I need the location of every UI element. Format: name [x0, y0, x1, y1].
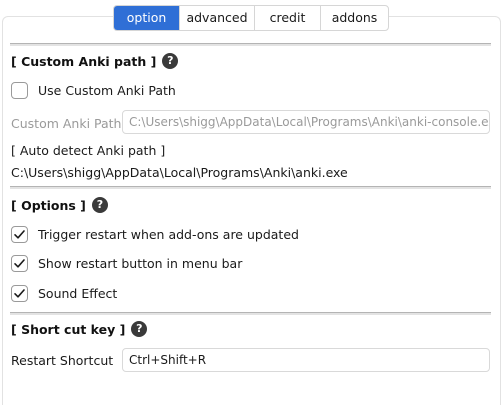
use-custom-anki-path-row[interactable]: Use Custom Anki Path — [11, 82, 176, 99]
tab-advanced[interactable]: advanced — [180, 6, 255, 30]
custom-anki-path-label: Custom Anki Path — [11, 116, 122, 131]
tab-addons[interactable]: addons — [321, 6, 388, 30]
tab-credit[interactable]: credit — [255, 6, 321, 30]
help-icon[interactable]: ? — [131, 321, 148, 337]
use-custom-anki-path-label: Use Custom Anki Path — [38, 83, 176, 98]
tab-option[interactable]: option — [114, 6, 180, 30]
use-custom-anki-path-checkbox[interactable] — [11, 82, 28, 99]
auto-detect-anki-path-label: [ Auto detect Anki path ] — [11, 143, 166, 158]
checkmark-icon — [14, 289, 25, 298]
options-title: [ Options ] — [11, 197, 86, 213]
section-divider — [10, 186, 491, 189]
sound-effect-checkbox[interactable] — [11, 285, 28, 302]
show-restart-button-checkbox[interactable] — [11, 255, 28, 272]
options-heading: [ Options ] ? — [11, 197, 108, 213]
custom-anki-path-title: [ Custom Anki path ] — [11, 53, 157, 69]
trigger-restart-row[interactable]: Trigger restart when add-ons are updated — [11, 226, 299, 243]
section-divider — [10, 43, 491, 46]
shortcut-title: [ Short cut key ] — [11, 321, 126, 337]
custom-anki-path-input[interactable]: C:\Users\shigg\AppData\Local\Programs\An… — [122, 110, 490, 134]
trigger-restart-checkbox[interactable] — [11, 226, 28, 243]
show-restart-button-label: Show restart button in menu bar — [38, 256, 243, 271]
restart-shortcut-label: Restart Shortcut — [11, 353, 114, 368]
auto-detect-anki-path-value: C:\Users\shigg\AppData\Local\Programs\An… — [11, 165, 348, 180]
settings-window: option advanced credit addons [ Custom A… — [0, 0, 503, 405]
checkmark-icon — [14, 259, 25, 268]
section-divider — [10, 312, 491, 315]
tab-bar: option advanced credit addons — [113, 5, 389, 31]
custom-anki-path-heading: [ Custom Anki path ] ? — [11, 53, 179, 69]
restart-shortcut-input[interactable]: Ctrl+Shift+R — [122, 348, 490, 372]
help-icon[interactable]: ? — [162, 53, 179, 69]
help-icon[interactable]: ? — [91, 197, 108, 213]
checkmark-icon — [14, 230, 25, 239]
sound-effect-label: Sound Effect — [38, 286, 118, 301]
show-restart-button-row[interactable]: Show restart button in menu bar — [11, 255, 242, 272]
sound-effect-row[interactable]: Sound Effect — [11, 285, 117, 302]
trigger-restart-label: Trigger restart when add-ons are updated — [38, 227, 299, 242]
shortcut-heading: [ Short cut key ] ? — [11, 321, 148, 337]
